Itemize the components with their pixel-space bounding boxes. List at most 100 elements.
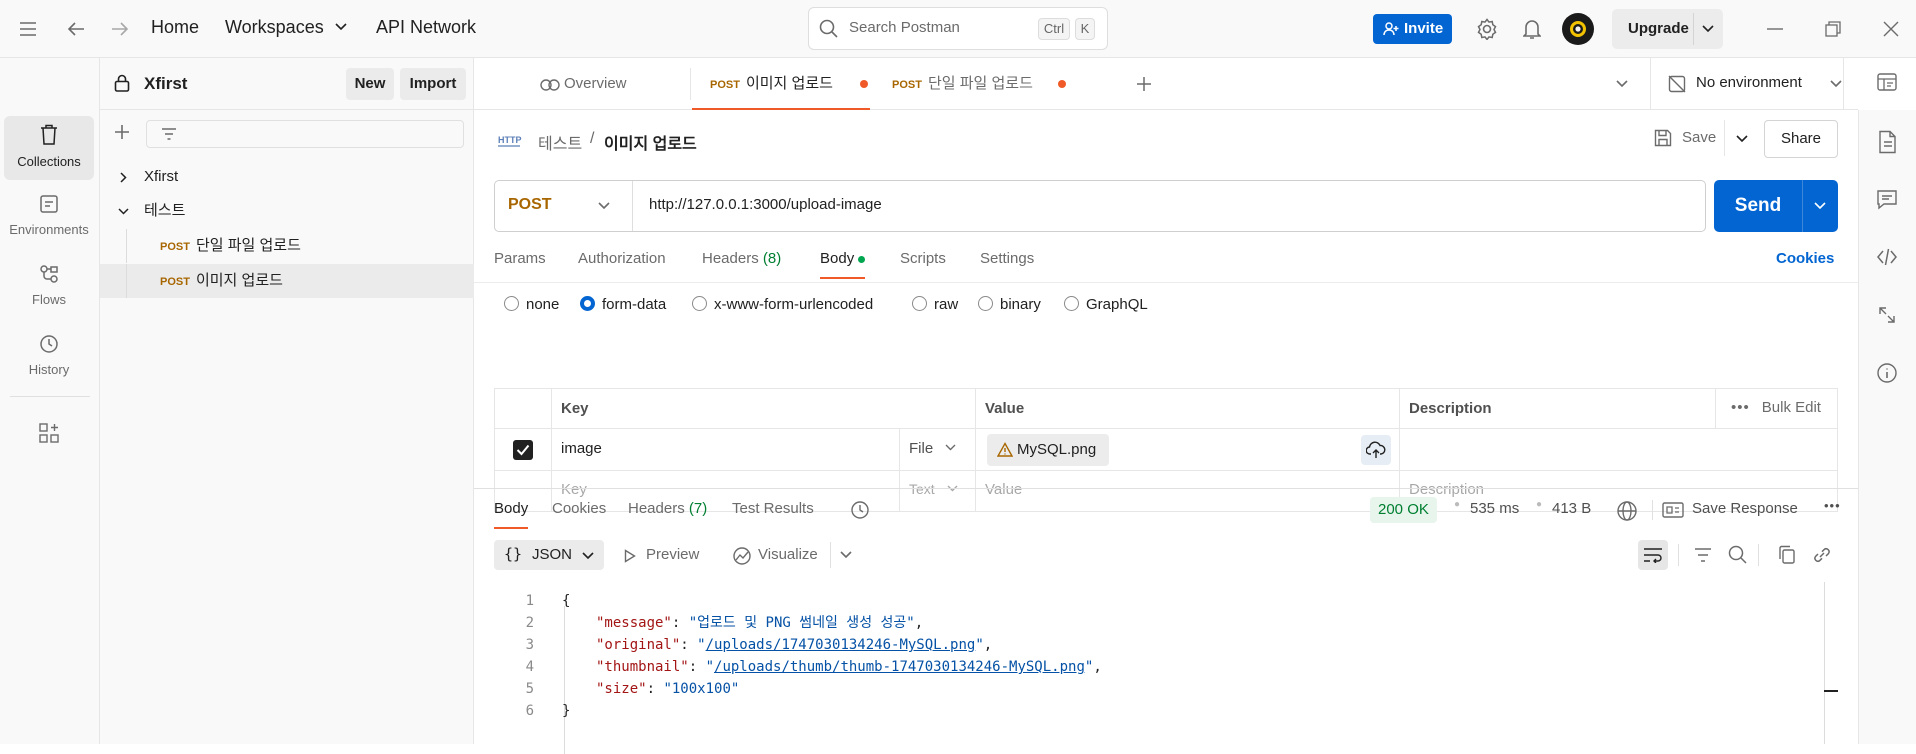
environment-quicklook-icon[interactable] (1876, 72, 1898, 94)
cookies-link[interactable]: Cookies (1776, 250, 1834, 267)
close-window-icon[interactable] (1877, 15, 1905, 43)
comments-icon[interactable] (1876, 188, 1900, 212)
row-key[interactable]: image (561, 440, 602, 457)
tab-overview[interactable]: Overview (538, 58, 698, 110)
tree-request-image-upload[interactable]: POST 이미지 업로드 (100, 264, 474, 298)
radio-none[interactable]: none (504, 296, 559, 313)
import-button[interactable]: Import (400, 68, 466, 100)
copy-icon[interactable] (1778, 545, 1796, 565)
upgrade-button[interactable]: Upgrade (1628, 20, 1689, 37)
method-select[interactable]: POST (495, 181, 633, 231)
filter-icon[interactable] (1694, 547, 1712, 563)
url-input[interactable]: http://127.0.0.1:3000/upload-image (649, 196, 882, 213)
add-workbench-icon[interactable] (38, 422, 60, 444)
file-chip[interactable]: MySQL.png (987, 434, 1109, 466)
response-tab-cookies[interactable]: Cookies (552, 500, 606, 517)
radio-raw[interactable]: raw (912, 296, 958, 313)
radio-label: binary (1000, 296, 1041, 313)
hamburger-menu-icon[interactable] (14, 15, 42, 43)
share-button[interactable]: Share (1764, 120, 1838, 158)
add-collection-icon[interactable] (110, 120, 134, 144)
tab-authorization[interactable]: Authorization (578, 250, 666, 267)
breadcrumb-request-name[interactable]: 이미지 업로드 (604, 130, 697, 154)
tabs-overflow-chevron-icon[interactable] (1616, 80, 1628, 88)
new-button[interactable]: New (346, 68, 394, 100)
link-icon[interactable] (1812, 545, 1832, 565)
save-options-chevron-icon[interactable] (1736, 135, 1748, 143)
more-options-icon[interactable]: ••• (1824, 498, 1841, 513)
response-tab-test-results[interactable]: Test Results (732, 500, 814, 517)
nav-collections[interactable]: Collections (4, 116, 94, 180)
code-scrollbar-track[interactable] (1824, 582, 1825, 744)
tab-params[interactable]: Params (494, 250, 546, 267)
bulk-edit-button[interactable]: ••• Bulk Edit (1731, 399, 1821, 416)
search-box[interactable]: Search Postman Ctrl K (808, 7, 1108, 50)
status-badge[interactable]: 200 OK (1370, 497, 1437, 523)
tree-request-single-upload[interactable]: POST 단일 파일 업로드 (100, 229, 474, 263)
response-time[interactable]: 535 ms (1470, 500, 1519, 517)
new-description-input[interactable]: Description (1409, 481, 1484, 498)
settings-gear-icon[interactable] (1473, 15, 1501, 43)
workspaces-menu[interactable]: Workspaces (225, 17, 347, 38)
response-history-icon[interactable] (850, 500, 870, 520)
code-snippet-icon[interactable] (1876, 246, 1900, 270)
visualize-button[interactable]: Visualize (732, 544, 852, 568)
response-size[interactable]: 413 B (1552, 500, 1591, 517)
info-icon[interactable] (1876, 362, 1900, 386)
send-button[interactable]: Send (1714, 180, 1802, 232)
tab-scripts[interactable]: Scripts (900, 250, 946, 267)
api-network-link[interactable]: API Network (376, 17, 476, 38)
format-select[interactable]: {} JSON (494, 540, 604, 570)
new-value-input[interactable]: Value (985, 481, 1022, 498)
upload-cloud-button[interactable] (1361, 435, 1391, 465)
tab-single-upload[interactable]: POST 단일 파일 업로드 (878, 58, 1068, 110)
json-key: "original" (596, 637, 681, 653)
json-link-value[interactable]: /uploads/thumb/thumb-1747030134246-MySQL… (714, 659, 1085, 675)
save-response-button[interactable]: Save Response (1662, 500, 1812, 522)
visualize-chevron-icon[interactable] (840, 551, 852, 559)
response-tab-headers[interactable]: Headers (7) (628, 500, 707, 517)
filter-input[interactable] (146, 120, 464, 148)
response-tab-body[interactable]: Body (494, 500, 529, 529)
chevron-down-icon[interactable] (1702, 25, 1714, 33)
home-link[interactable]: Home (151, 17, 199, 38)
tab-body[interactable]: Body (820, 250, 866, 279)
code-scrollbar-thumb[interactable] (1824, 690, 1838, 692)
search-icon[interactable] (1728, 545, 1748, 565)
json-link-value[interactable]: /uploads/1747030134246-MySQL.png (706, 637, 976, 653)
send-options-chevron-icon[interactable] (1814, 202, 1826, 210)
tree-folder-test[interactable]: 테스트 (100, 194, 474, 228)
avatar[interactable] (1562, 13, 1594, 45)
notifications-bell-icon[interactable] (1518, 15, 1546, 43)
new-key-input[interactable]: Key (561, 481, 587, 498)
new-tab-plus-icon[interactable] (1136, 76, 1152, 92)
radio-graphql[interactable]: GraphQL (1064, 296, 1148, 313)
wrap-lines-button[interactable] (1638, 540, 1668, 570)
row-type-select[interactable]: File (909, 440, 956, 457)
new-type-select[interactable]: Text (909, 481, 958, 498)
nav-flows[interactable]: Flows (4, 256, 94, 320)
preview-button[interactable]: Preview (624, 546, 714, 568)
back-arrow-icon[interactable] (62, 15, 90, 43)
globe-icon[interactable] (1616, 500, 1638, 522)
tab-image-upload[interactable]: POST 이미지 업로드 (692, 58, 870, 110)
breadcrumb-parent[interactable]: 테스트 (538, 130, 582, 154)
radio-binary[interactable]: binary (978, 296, 1041, 313)
documentation-icon[interactable] (1876, 130, 1900, 154)
minimize-icon[interactable] (1761, 15, 1789, 43)
save-button[interactable]: Save (1654, 120, 1742, 156)
radio-urlencoded[interactable]: x-www-form-urlencoded (692, 296, 873, 313)
related-collections-icon[interactable] (1876, 304, 1900, 328)
tab-headers[interactable]: Headers (8) (702, 250, 781, 267)
forward-arrow-icon[interactable] (106, 15, 134, 43)
divider (1693, 13, 1694, 45)
invite-button[interactable]: Invite (1373, 14, 1452, 44)
tab-settings[interactable]: Settings (980, 250, 1034, 267)
environment-selector[interactable]: No environment (1660, 58, 1850, 110)
restore-window-icon[interactable] (1819, 15, 1847, 43)
tree-collection-xfirst[interactable]: Xfirst (100, 160, 474, 194)
row-checkbox[interactable] (513, 440, 533, 460)
nav-history[interactable]: History (4, 326, 94, 390)
radio-form-data[interactable]: form-data (580, 296, 666, 313)
nav-environments[interactable]: Environments (4, 186, 94, 250)
